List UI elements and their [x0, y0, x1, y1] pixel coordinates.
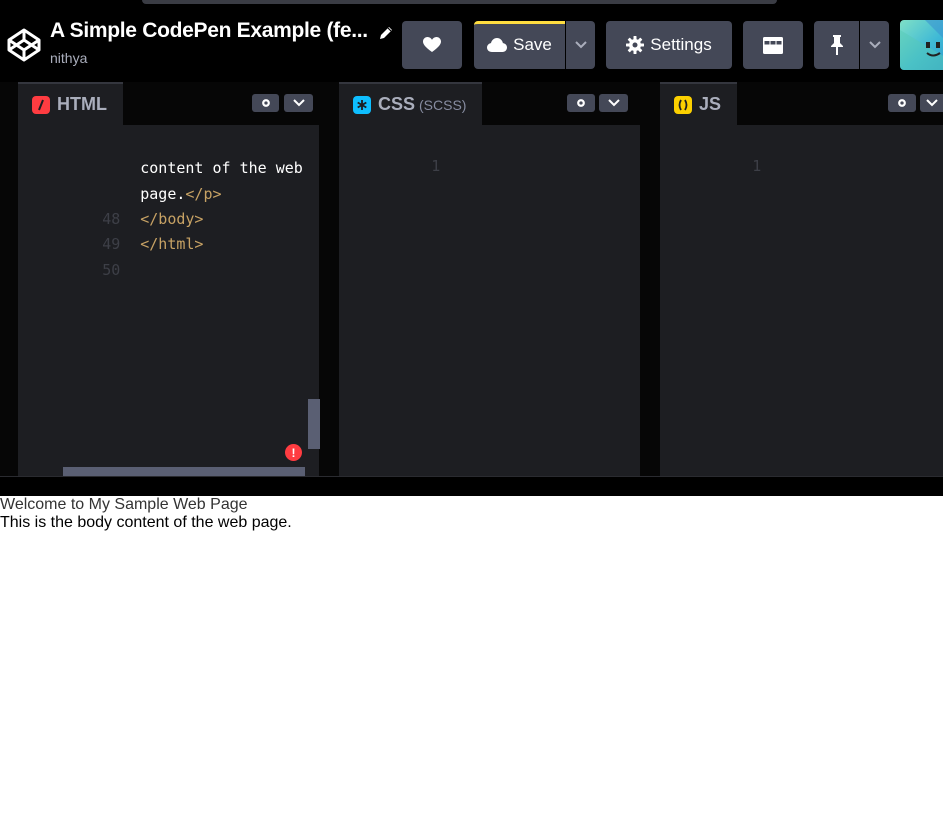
- code-line: 50: [18, 233, 120, 279]
- code-line-partial: y: [68, 109, 308, 119]
- window-scrollbar[interactable]: [142, 0, 777, 4]
- save-button[interactable]: Save: [474, 21, 565, 69]
- css-tab-label: CSS: [378, 94, 416, 114]
- save-options-button[interactable]: [566, 21, 595, 69]
- like-button[interactable]: [402, 21, 462, 69]
- cloud-icon: [487, 38, 508, 52]
- line-number: 1: [752, 157, 762, 175]
- vertical-scrollbar[interactable]: [308, 399, 320, 449]
- settings-button[interactable]: Settings: [606, 21, 732, 69]
- top-bar: A Simple CodePen Example (fe... nithya S…: [0, 0, 943, 82]
- js-options-button[interactable]: [920, 94, 943, 112]
- css-code-editor[interactable]: 1: [339, 125, 640, 476]
- save-label: Save: [513, 35, 552, 54]
- settings-label: Settings: [650, 35, 712, 54]
- codepen-logo-icon[interactable]: [6, 27, 42, 63]
- user-avatar-icon: [900, 20, 943, 70]
- chevron-down-icon: [925, 99, 938, 107]
- tab-js[interactable]: JS: [660, 82, 738, 125]
- html-icon: [32, 95, 50, 114]
- result-preview: Welcome to My Sample Web Page This is th…: [0, 496, 943, 813]
- code-line: 1: [339, 129, 440, 175]
- line-number: 50: [102, 261, 121, 279]
- error-badge[interactable]: !: [285, 444, 302, 461]
- gear-icon: [261, 99, 270, 107]
- css-icon: [353, 95, 371, 114]
- js-icon: [674, 95, 692, 114]
- js-editor-pane[interactable]: JS 1: [660, 82, 943, 476]
- chevron-down-icon: [574, 41, 587, 49]
- line-number: 1: [431, 157, 441, 175]
- pin-icon: [830, 35, 843, 55]
- css-options-button[interactable]: [599, 94, 628, 112]
- layout-icon: [763, 36, 783, 54]
- editor-area: HTML y content of the web page.</p> 48</…: [0, 82, 943, 476]
- code-line: page.</p>: [18, 157, 221, 203]
- preview-paragraph: This is the body content of the web page…: [0, 514, 292, 531]
- code-line: content of the web: [18, 131, 303, 177]
- js-settings-button[interactable]: [888, 94, 916, 112]
- pen-title[interactable]: A Simple CodePen Example (fe...: [50, 19, 368, 43]
- js-tab-label: JS: [699, 94, 722, 114]
- chevron-down-icon: [292, 99, 305, 107]
- css-editor-header: CSS (SCSS): [339, 82, 640, 125]
- pencil-icon[interactable]: [377, 24, 395, 42]
- code-tag: </html>: [140, 235, 204, 253]
- html-editor-pane[interactable]: HTML y content of the web page.</p> 48</…: [18, 82, 320, 476]
- preview-resizer[interactable]: [0, 476, 943, 496]
- code-line: 1: [660, 129, 761, 175]
- author-name[interactable]: nithya: [50, 50, 87, 66]
- js-code-editor[interactable]: 1: [660, 125, 943, 476]
- css-preprocessor-label: (SCSS): [419, 96, 467, 113]
- preview-heading: Welcome to My Sample Web Page: [0, 496, 248, 513]
- horizontal-scrollbar[interactable]: [63, 467, 305, 476]
- heart-icon: [423, 37, 441, 52]
- css-editor-pane[interactable]: CSS (SCSS) 1: [339, 82, 640, 476]
- gear-icon: [626, 36, 645, 54]
- css-settings-button[interactable]: [567, 94, 595, 112]
- avatar[interactable]: [900, 20, 943, 70]
- chevron-down-icon: [868, 41, 881, 49]
- pin-options-button[interactable]: [860, 21, 889, 69]
- tab-css[interactable]: CSS (SCSS): [339, 82, 483, 125]
- html-code-editor[interactable]: y content of the web page.</p> 48</body>…: [18, 125, 319, 476]
- chevron-down-icon: [607, 99, 620, 107]
- change-view-button[interactable]: [743, 21, 803, 69]
- gear-icon: [898, 99, 906, 107]
- code-line: 49 </html>: [18, 207, 203, 253]
- code-line: 48 </body>: [18, 182, 203, 228]
- gear-icon: [577, 99, 585, 107]
- pin-button[interactable]: [814, 21, 859, 69]
- js-editor-header: JS: [660, 82, 943, 125]
